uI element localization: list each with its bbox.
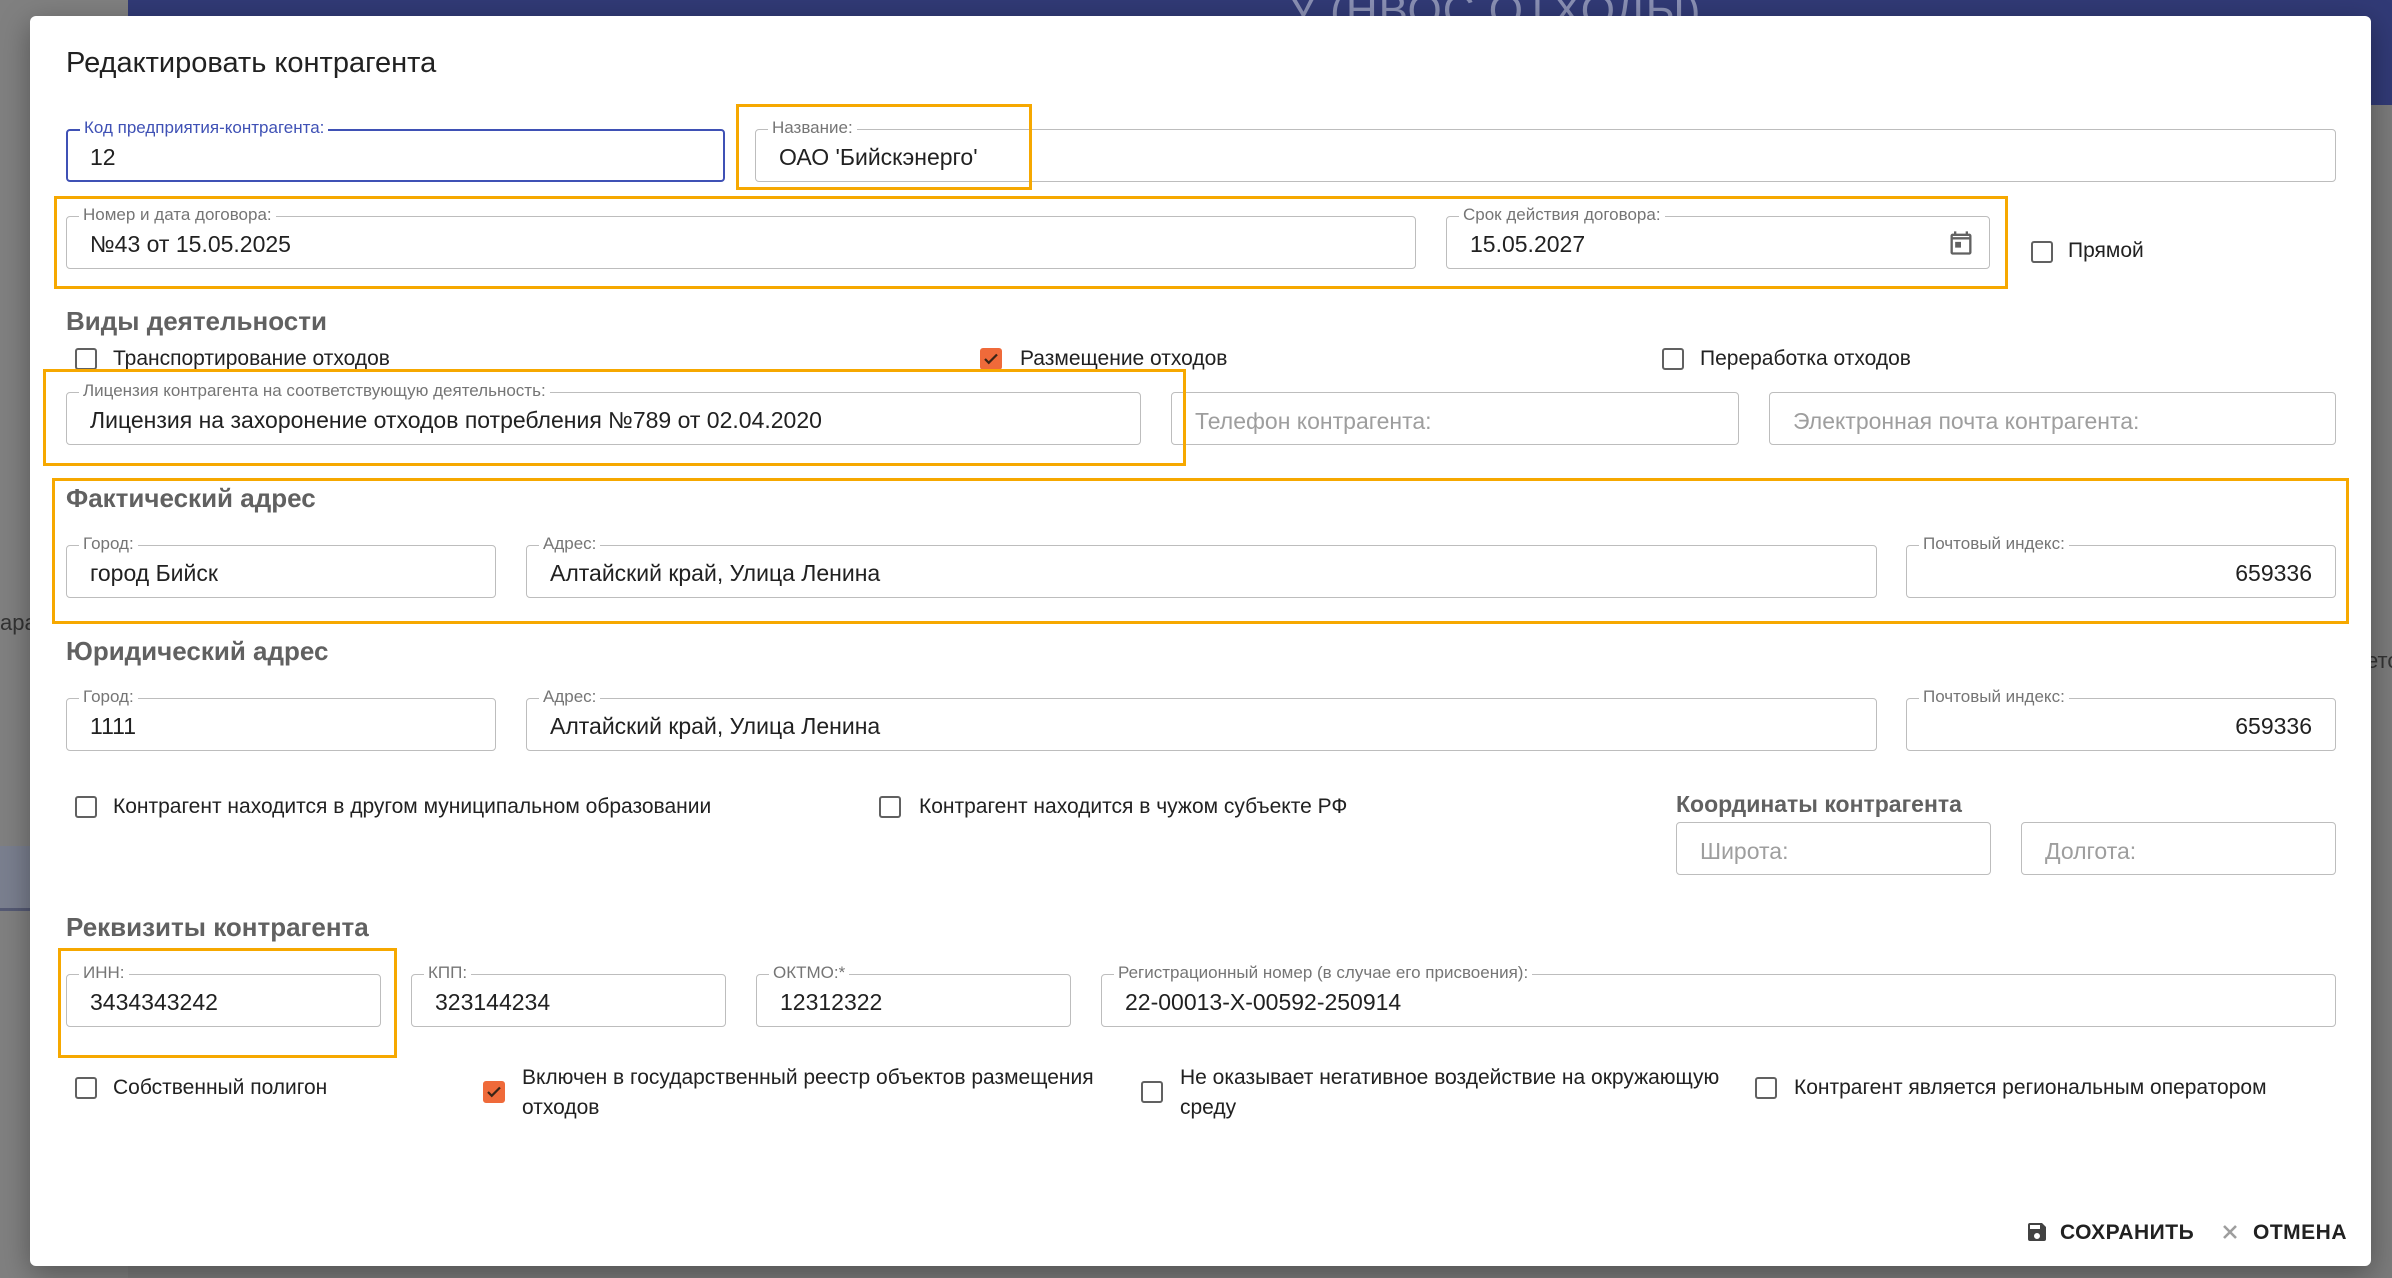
processing-checkbox[interactable] [1662, 348, 1684, 370]
close-icon [2223, 1225, 2237, 1239]
code-field[interactable]: Код предприятия-контрагента: 12 [66, 118, 725, 182]
own-landfill-checkbox[interactable] [75, 1077, 97, 1099]
legal-address-value: Алтайский край, Улица Ленина [550, 713, 881, 739]
regional-operator-label: Контрагент является региональным операто… [1794, 1076, 2267, 1099]
direct-label: Прямой [2068, 239, 2144, 262]
actual-city-field[interactable]: Город: город Бийск [66, 534, 496, 598]
floppy-disk-icon [2028, 1223, 2046, 1241]
contract-term-label: Срок действия договора: [1459, 205, 1665, 225]
contract-term-value: 15.05.2027 [1470, 231, 1586, 257]
edit-counterparty-dialog: Редактировать контрагента Код предприяти… [30, 16, 2371, 1266]
legal-postcode-label: Почтовый индекс: [1919, 687, 2069, 707]
latitude-field[interactable]: Широта: [1676, 822, 1991, 875]
transport-label: Транспортирование отходов [113, 347, 390, 370]
legal-city-field[interactable]: Город: 1111 [66, 687, 496, 751]
actual-postcode-label: Почтовый индекс: [1919, 534, 2069, 554]
state-registry-label-line2: отходов [522, 1096, 600, 1119]
state-registry-label-line1: Включен в государственный реестр объекто… [522, 1066, 1094, 1089]
actual-address-label: Адрес: [539, 534, 601, 554]
kpp-value: 323144234 [435, 989, 551, 1015]
reg-number-label: Регистрационный номер (в случае его прис… [1114, 963, 1533, 983]
contract-label: Номер и дата договора: [79, 205, 276, 225]
actual-city-value: город Бийск [90, 560, 218, 586]
contract-term-field[interactable]: Срок действия договора: 15.05.2027 [1446, 205, 1990, 269]
longitude-field[interactable]: Долгота: [2021, 822, 2336, 875]
cancel-label: ОТМЕНА [2253, 1221, 2347, 1244]
reg-number-field[interactable]: Регистрационный номер (в случае его прис… [1101, 963, 2336, 1027]
other-subject-label: Контрагент находится в чужом субъекте РФ [919, 795, 1348, 818]
dialog-title: Редактировать контрагента [66, 47, 437, 79]
transport-checkbox[interactable] [75, 348, 97, 370]
cancel-button[interactable]: ОТМЕНА [2218, 1212, 2368, 1252]
other-subject-checkbox[interactable] [879, 796, 901, 818]
email-field[interactable]: Электронная почта контрагента: [1769, 392, 2336, 445]
oktmo-field[interactable]: ОКТМО:* 12312322 [756, 963, 1071, 1027]
oktmo-label: ОКТМО:* [769, 963, 850, 983]
inn-label: ИНН: [79, 963, 129, 983]
latitude-placeholder: Широта: [1700, 838, 1789, 864]
legal-address-label: Адрес: [539, 687, 601, 707]
actual-address-title: Фактический адрес [66, 483, 316, 513]
actual-address-field[interactable]: Адрес: Алтайский край, Улица Ленина [526, 534, 1877, 598]
reg-number-value: 22-00013-Х-00592-250914 [1125, 989, 1402, 1015]
other-municipality-label: Контрагент находится в другом муниципаль… [113, 795, 712, 818]
actual-city-label: Город: [79, 534, 138, 554]
legal-address-title: Юридический адрес [66, 636, 329, 666]
activities-title: Виды деятельности [66, 306, 327, 336]
license-value: Лицензия на захоронение отходов потребле… [90, 407, 822, 433]
name-field[interactable]: Название: ОАО 'Бийскэнерго' [755, 118, 2336, 182]
regional-operator-checkbox[interactable] [1755, 1077, 1777, 1099]
contract-value: №43 от 15.05.2025 [90, 231, 291, 257]
legal-city-label: Город: [79, 687, 138, 707]
direct-checkbox[interactable] [2031, 241, 2053, 263]
name-label: Название: [768, 118, 857, 138]
check-icon [984, 353, 998, 365]
save-label: СОХРАНИТЬ [2060, 1221, 2195, 1244]
placement-label: Размещение отходов [1020, 347, 1228, 370]
kpp-label: КПП: [424, 963, 472, 983]
inn-field[interactable]: ИНН: 3434343242 [66, 963, 381, 1027]
license-field[interactable]: Лицензия контрагента на соответствующую … [66, 381, 1141, 445]
save-button[interactable]: СОХРАНИТЬ [2025, 1212, 2225, 1252]
contract-field[interactable]: Номер и дата договора: №43 от 15.05.2025 [66, 205, 1416, 269]
name-value: ОАО 'Бийскэнерго' [779, 144, 978, 170]
processing-label: Переработка отходов [1700, 347, 1911, 370]
requisites-title: Реквизиты контрагента [66, 912, 369, 942]
email-placeholder: Электронная почта контрагента: [1793, 408, 2140, 434]
placement-checkbox[interactable] [980, 348, 1002, 370]
check-icon [487, 1086, 501, 1098]
longitude-placeholder: Долгота: [2045, 838, 2137, 864]
legal-address-field[interactable]: Адрес: Алтайский край, Улица Ленина [526, 687, 1877, 751]
code-value: 12 [90, 144, 116, 170]
no-negative-impact-checkbox[interactable] [1141, 1081, 1163, 1103]
state-registry-checkbox[interactable] [483, 1081, 505, 1103]
actual-postcode-field[interactable]: Почтовый индекс: 659336 [1906, 534, 2336, 598]
phone-placeholder: Телефон контрагента: [1195, 408, 1432, 434]
phone-field[interactable]: Телефон контрагента: [1171, 392, 1739, 445]
oktmo-value: 12312322 [780, 989, 883, 1015]
other-municipality-checkbox[interactable] [75, 796, 97, 818]
legal-postcode-field[interactable]: Почтовый индекс: 659336 [1906, 687, 2336, 751]
no-negative-impact-label-line2: среду [1180, 1096, 1237, 1119]
no-negative-impact-label-line1: Не оказывает негативное воздействие на о… [1180, 1066, 1720, 1089]
code-label: Код предприятия-контрагента: [80, 118, 329, 138]
calendar-icon[interactable] [1947, 229, 1975, 257]
own-landfill-label: Собственный полигон [113, 1076, 328, 1099]
license-label: Лицензия контрагента на соответствующую … [79, 381, 550, 401]
actual-address-value: Алтайский край, Улица Ленина [550, 560, 881, 586]
inn-value: 3434343242 [90, 989, 218, 1015]
legal-city-value: 1111 [90, 713, 137, 739]
kpp-field[interactable]: КПП: 323144234 [411, 963, 726, 1027]
actual-postcode-value: 659336 [2235, 560, 2312, 586]
coordinates-title: Координаты контрагента [1676, 791, 1962, 817]
legal-postcode-value: 659336 [2235, 713, 2312, 739]
